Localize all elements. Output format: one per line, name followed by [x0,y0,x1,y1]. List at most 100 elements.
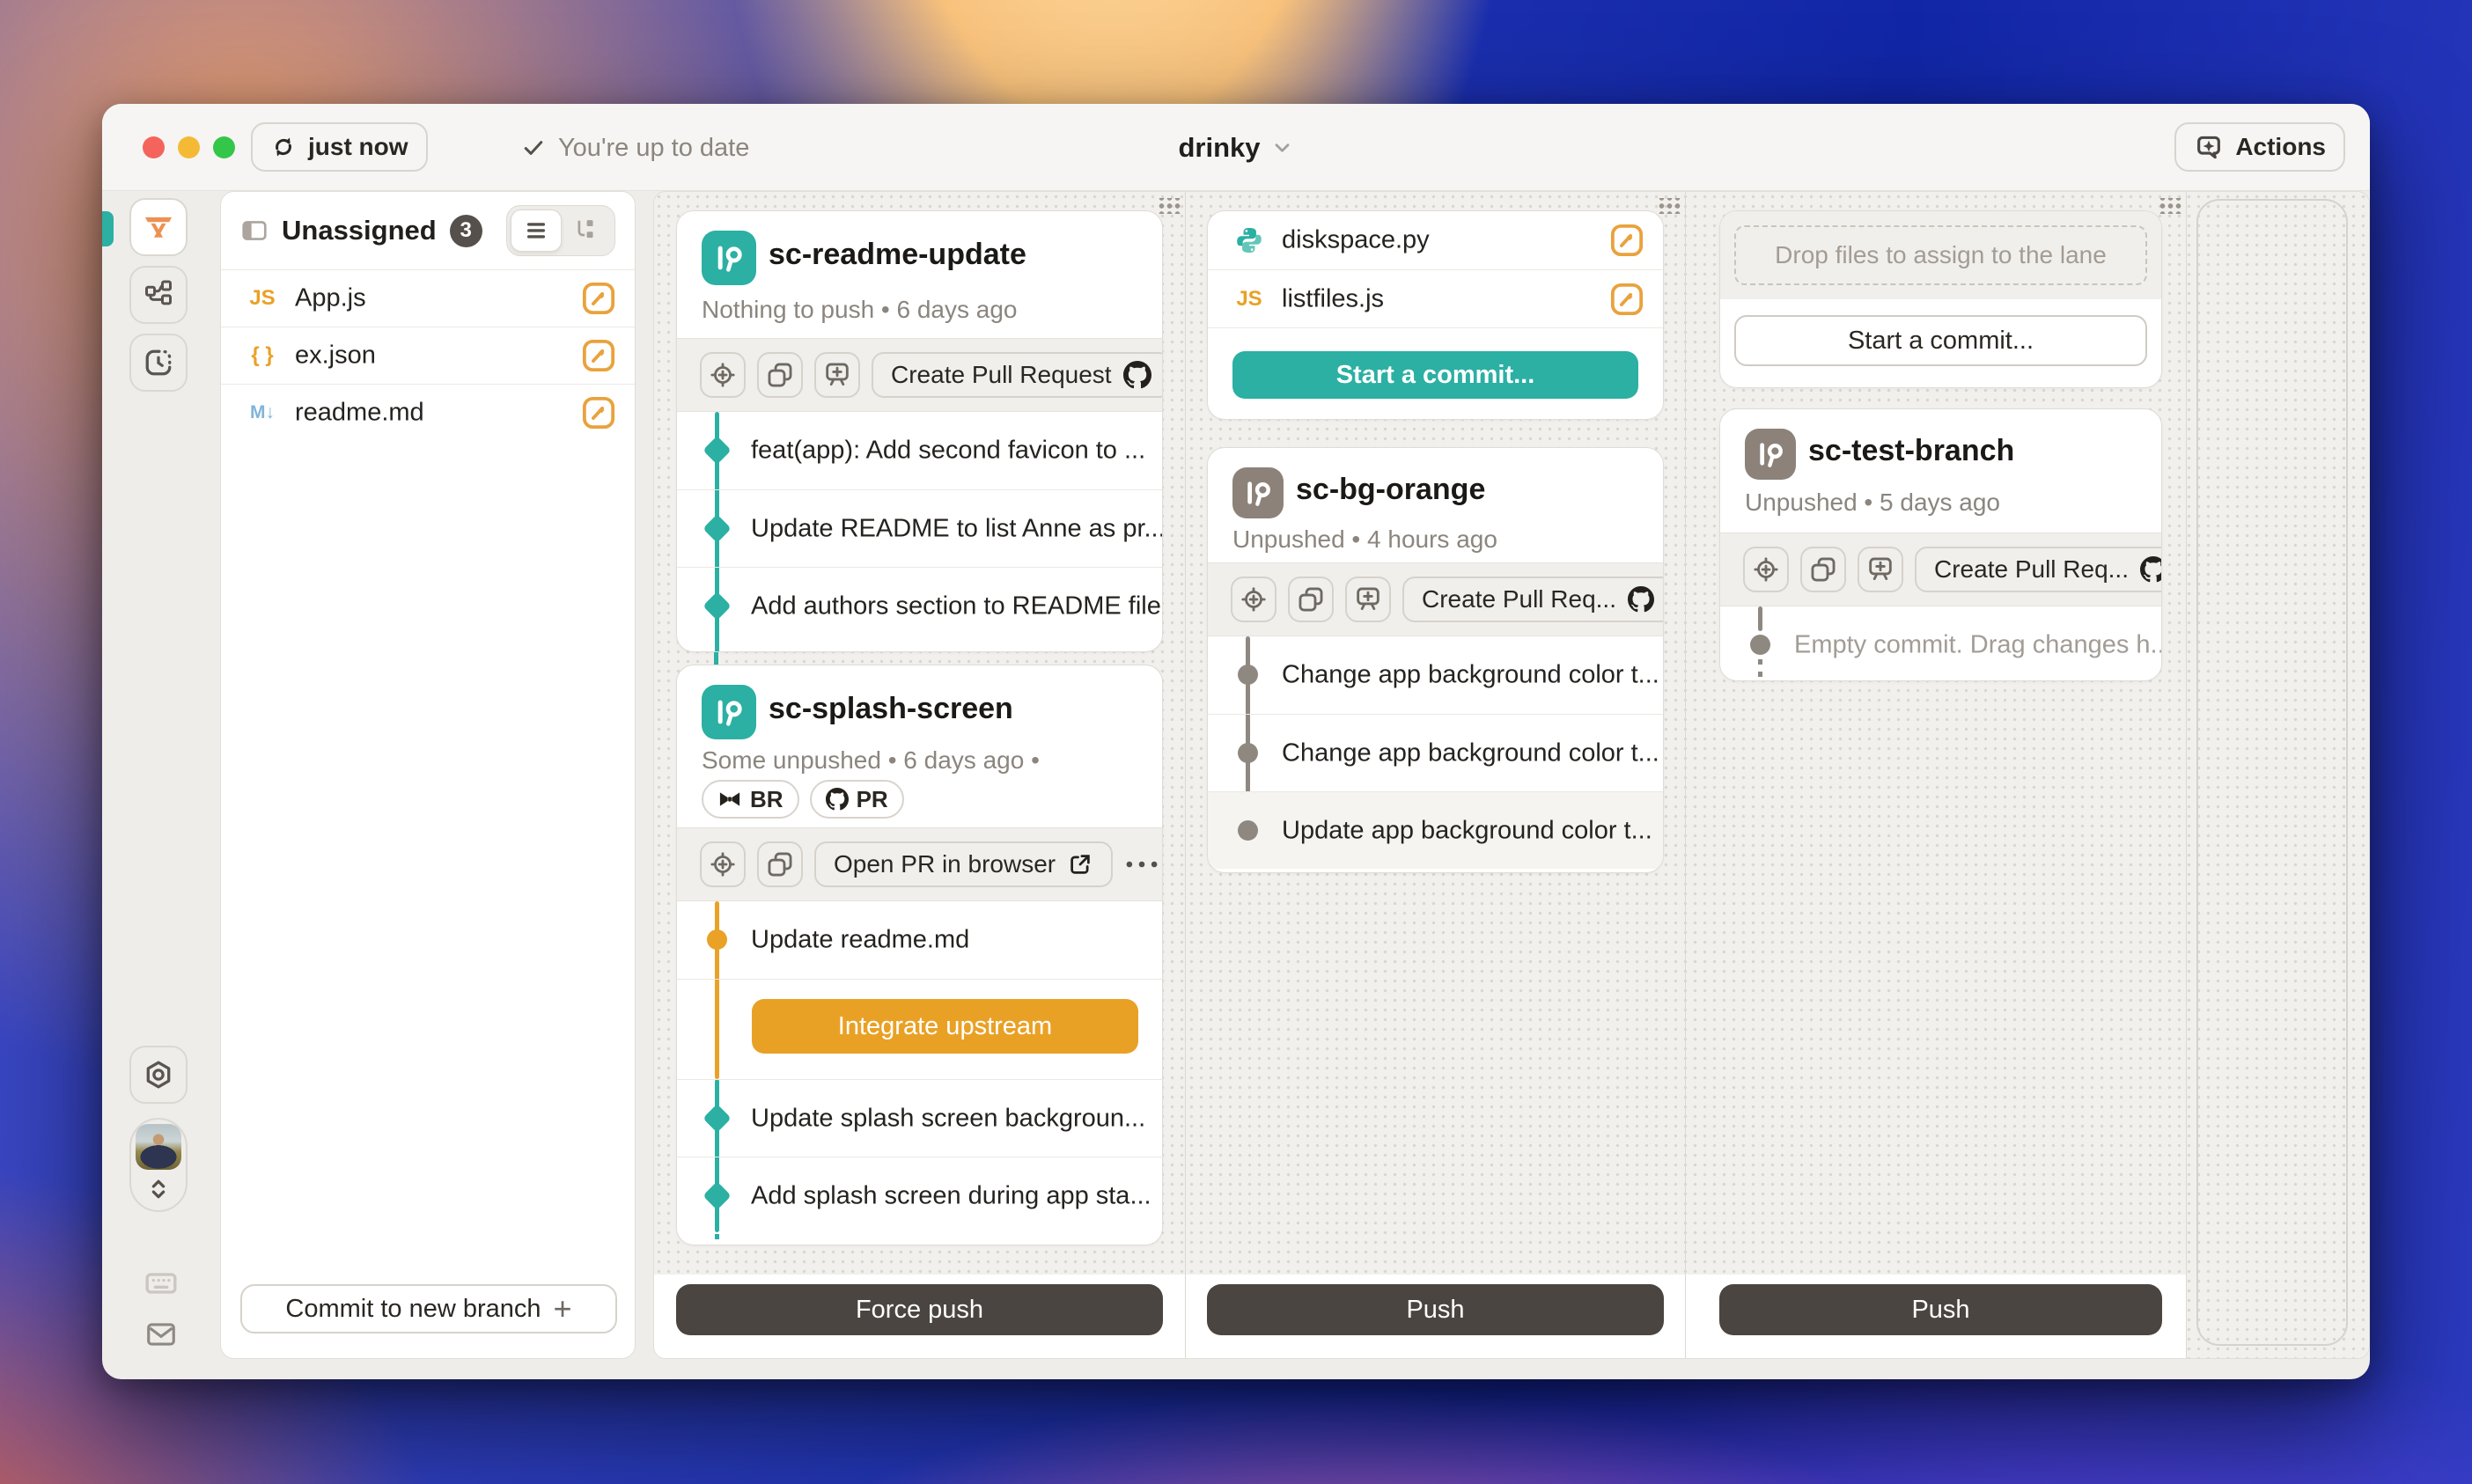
settings-button[interactable] [129,1046,188,1104]
sidebar-item-history[interactable] [129,334,188,392]
feedback-mail-button[interactable] [143,1317,179,1352]
commit-to-new-branch-button[interactable]: Commit to new branch + [240,1284,617,1333]
active-tab-indicator [102,211,114,246]
copy-icon [1808,555,1838,584]
branch-title[interactable]: sc-splash-screen [769,692,1013,726]
commit-row[interactable]: Update app background color t... [1208,791,1663,869]
sync-status-button[interactable]: just now [251,122,428,172]
branch-meta: Unpushed • 4 hours ago [1232,525,1497,554]
lane-divider [2186,192,2187,1358]
branch-title[interactable]: sc-readme-update [769,238,1026,272]
branch-meta: Nothing to push • 6 days ago [702,296,1018,324]
zoom-button[interactable] [213,136,235,158]
close-button[interactable] [143,136,165,158]
commit-row[interactable]: Update splash screen backgroun... [677,1079,1162,1157]
template-icon [1865,555,1895,584]
file-row-diskspacepy[interactable]: diskspace.py [1208,211,1663,269]
branch-card-sc-splash-screen: sc-splash-screen Some unpushed • 6 days … [676,665,1163,1245]
commit-row[interactable]: feat(app): Add second favicon to ... [677,412,1162,489]
keyboard-shortcuts-button[interactable] [143,1266,179,1301]
commit-row[interactable]: Change app background color t... [1208,714,1663,791]
assign-changes-button[interactable] [1231,577,1276,622]
commit-message: Add authors section to README file [751,591,1161,621]
minimize-button[interactable] [178,136,200,158]
commit-message: Update readme.md [751,926,969,955]
dropzone-label: Drop files to assign to the lane [1775,241,2107,269]
lane-drag-handle[interactable] [2159,198,2182,214]
branch-title[interactable]: sc-bg-orange [1296,473,1485,507]
start-commit-button[interactable]: Start a commit... [1734,315,2147,366]
sidebar-item-workspace[interactable] [129,198,188,256]
sidebar-item-branches[interactable] [129,266,188,324]
file-row-readmemd[interactable]: M↓ readme.md [221,384,635,441]
force-push-button[interactable]: Force push [676,1284,1163,1335]
assign-icon [1751,555,1781,584]
branch-review-badge[interactable]: BR [702,780,799,819]
check-icon [521,136,546,160]
commit-marker [703,514,732,543]
copy-branch-button[interactable] [1288,577,1334,622]
empty-lane-dropzone[interactable] [2196,199,2348,1346]
open-pr-in-browser-button[interactable]: Open PR in browser [814,841,1113,887]
create-pull-request-button[interactable]: Create Pull Req... [1915,547,2162,592]
branch-header: sc-test-branch Unpushed • 5 days ago [1720,409,2161,533]
copy-branch-button[interactable] [1800,547,1846,592]
file-row-listfilesjs[interactable]: JS listfiles.js [1208,269,1663,327]
modified-icon [1610,283,1644,316]
commit-message: Change app background color t... [1282,738,1659,768]
file-dropzone[interactable]: Drop files to assign to the lane [1734,225,2147,285]
commit-to-new-branch-label: Commit to new branch [285,1295,541,1324]
app-window: just now You're up to date drinky Action… [102,104,2370,1379]
pr-template-button[interactable] [1858,547,1903,592]
commit-row[interactable]: Add authors section to README file [677,567,1162,644]
branch-icon [702,685,756,739]
branch-title[interactable]: sc-test-branch [1808,434,2014,468]
integrate-upstream-button[interactable]: Integrate upstream [752,999,1138,1054]
create-pull-request-button[interactable]: Create Pull Req... [1402,577,1664,622]
commit-row[interactable]: Change app background color t... [1208,636,1663,714]
profile-switcher[interactable] [129,1118,188,1212]
file-row-exjson[interactable]: { } ex.json [221,327,635,384]
branch-toolbar: Open PR in browser [677,827,1162,901]
lane-divider [1185,192,1186,1358]
list-view-toggle[interactable] [511,209,562,252]
branch-meta: Some unpushed • 6 days ago • [702,746,1040,775]
create-pull-request-button[interactable]: Create Pull Request [872,352,1163,398]
sync-label: just now [308,133,408,161]
copy-branch-button[interactable] [757,352,803,398]
branch-menu-button[interactable] [1124,859,1159,870]
branch-card-sc-test-branch: sc-test-branch Unpushed • 5 days ago Cre… [1719,408,2162,681]
assign-changes-button[interactable] [1743,547,1789,592]
pull-request-badge[interactable]: PR [810,780,904,819]
assign-changes-button[interactable] [700,352,746,398]
create-pr-label: Create Pull Req... [1934,555,2129,584]
commit-row[interactable]: Add splash screen during app sta... [677,1157,1162,1234]
file-name: listfiles.js [1282,284,1384,313]
start-commit-button[interactable]: Start a commit... [1232,351,1638,399]
assign-changes-button[interactable] [700,841,746,887]
create-pr-label: Create Pull Req... [1422,585,1616,613]
pr-template-button[interactable] [1345,577,1391,622]
tree-view-toggle[interactable] [562,209,611,252]
commit-row[interactable]: Update README to list Anne as pr... [677,489,1162,567]
file-row-appjs[interactable]: JS App.js [221,269,635,327]
upstream-commit-row[interactable]: Update readme.md [677,901,1162,979]
commit-list: feat(app): Add second favicon to ... Upd… [677,412,1162,652]
commit-message: feat(app): Add second favicon to ... [751,437,1145,466]
sync-icon [270,134,297,160]
commit-line [1758,606,1762,631]
branch-glyph-icon [1241,476,1275,510]
copy-branch-button[interactable] [757,841,803,887]
file-name: readme.md [295,399,424,428]
integrate-upstream-row: Integrate upstream [677,979,1162,1079]
actions-button[interactable]: Actions [2174,122,2345,172]
push-button[interactable]: Push [1207,1284,1664,1335]
start-commit-section: Start a commit... [1208,327,1663,419]
unassigned-title: Unassigned [282,215,437,246]
mail-icon [144,1318,178,1351]
branch-icon [702,231,756,285]
pr-template-button[interactable] [814,352,860,398]
push-button[interactable]: Push [1719,1284,2162,1335]
butler-review-icon [717,790,742,809]
project-selector[interactable]: drinky [1178,104,1293,191]
